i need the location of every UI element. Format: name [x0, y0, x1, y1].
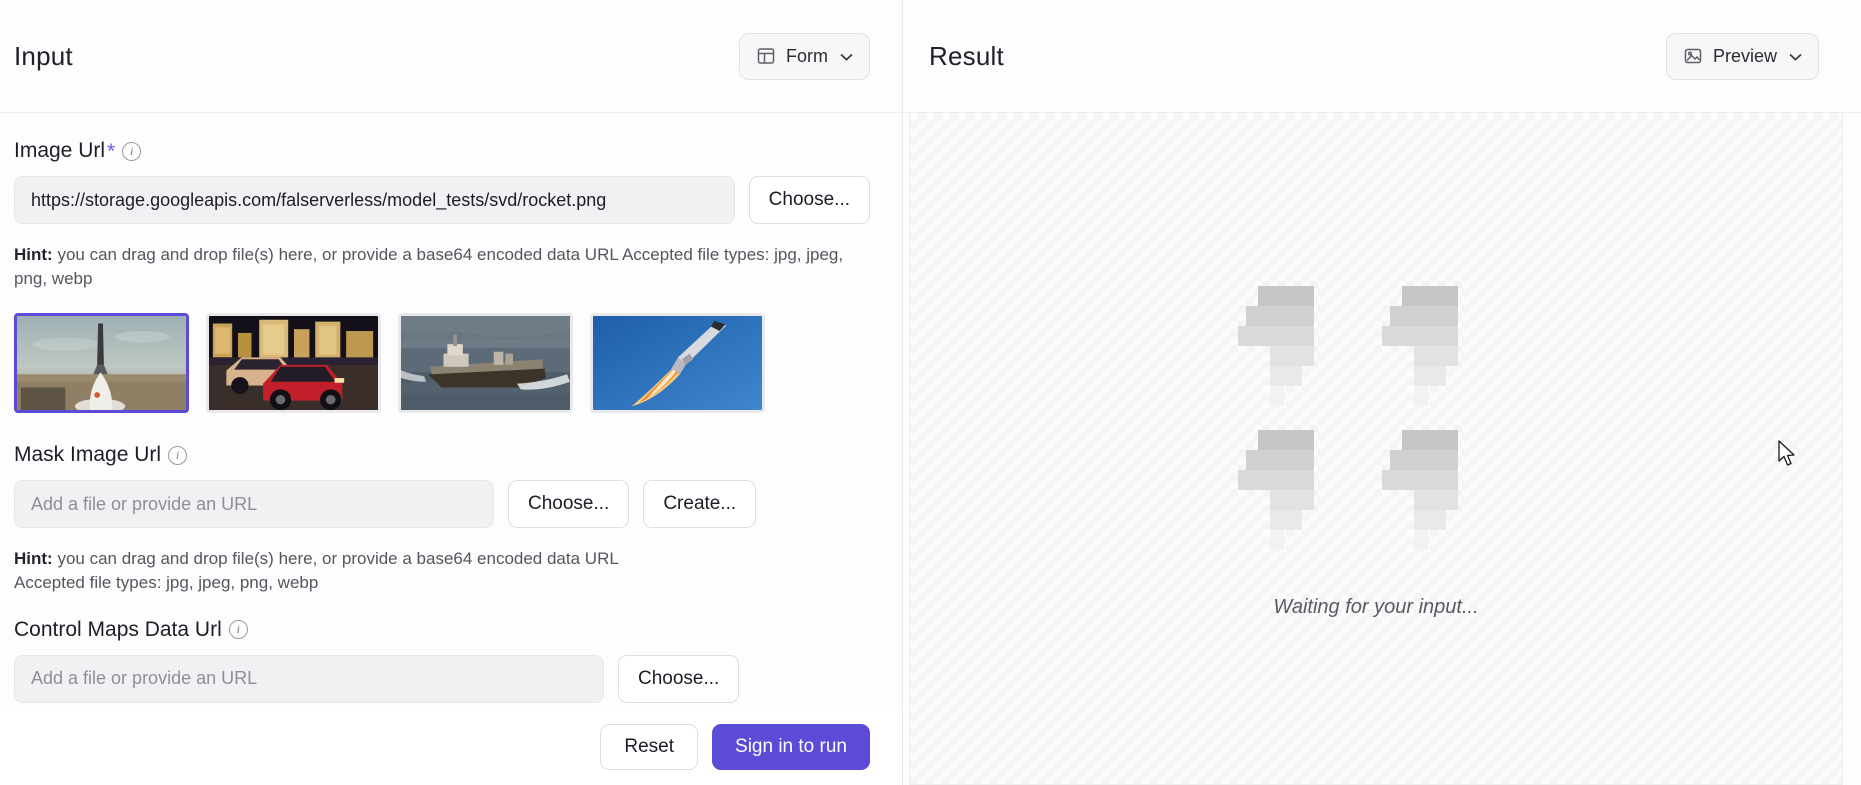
layout-panel-icon	[756, 46, 776, 66]
placeholder-glyph	[1238, 430, 1314, 550]
required-asterisk: *	[107, 139, 116, 163]
mask-image-url-label: Mask Image Url	[14, 443, 162, 467]
control-maps-choose-button[interactable]: Choose...	[618, 654, 740, 703]
control-maps-label-row: Control Maps Data Url i	[14, 618, 870, 642]
rocket-ascending-thumbnail[interactable]	[590, 313, 765, 414]
reset-button[interactable]: Reset	[600, 724, 699, 770]
image-url-choose-button[interactable]: Choose...	[748, 176, 870, 224]
mask-image-url-input[interactable]	[14, 480, 494, 529]
image-placeholder-icon	[1234, 278, 1518, 562]
field-image-url: Image Url* i Choose... Hint: you can dra…	[0, 139, 902, 414]
info-icon[interactable]: i	[168, 445, 188, 465]
control-maps-data-url-label: Control Maps Data Url	[14, 617, 222, 641]
sign-in-to-run-button[interactable]: Sign in to run	[712, 724, 870, 770]
hint-body: you can drag and drop file(s) here, or p…	[14, 245, 844, 289]
placeholder-glyph	[1238, 286, 1314, 406]
mask-image-url-hint: Hint: you can drag and drop file(s) here…	[14, 547, 844, 595]
form-view-label: Form	[786, 45, 828, 66]
preview-view-selector[interactable]: Preview	[1665, 32, 1819, 80]
control-maps-input-row: Choose...	[14, 654, 870, 703]
input-panel-header: Input Form	[0, 0, 902, 113]
image-thumbnail-list	[14, 313, 870, 414]
hint-prefix: Hint:	[14, 549, 53, 569]
input-form-scroll-area[interactable]: Image Url* i Choose... Hint: you can dra…	[0, 113, 902, 785]
result-panel: Result Preview Waiting for your input...	[903, 0, 1861, 785]
image-url-label: Image Url	[14, 139, 106, 162]
image-icon	[1683, 46, 1703, 66]
info-icon[interactable]: i	[228, 620, 248, 639]
image-url-input[interactable]	[14, 176, 735, 224]
mask-choose-button[interactable]: Choose...	[508, 480, 630, 529]
hint-body-line2: Accepted file types: jpg, jpeg, png, web…	[14, 573, 319, 593]
image-url-label-row: Image Url * i	[14, 139, 870, 163]
image-url-input-row: Choose...	[14, 176, 870, 224]
chevron-down-icon	[1789, 49, 1802, 64]
control-maps-data-url-input[interactable]	[14, 654, 604, 703]
info-icon[interactable]: i	[122, 141, 142, 161]
field-control-maps-data-url: Control Maps Data Url i Choose...	[0, 618, 902, 703]
hint-body: you can drag and drop file(s) here, or p…	[52, 549, 619, 569]
cargo-ship-thumbnail[interactable]	[398, 313, 573, 414]
result-title: Result	[929, 40, 1004, 71]
image-url-hint: Hint: you can drag and drop file(s) here…	[14, 243, 844, 291]
result-preview-area: Waiting for your input...	[909, 113, 1843, 785]
form-action-bar: Reset Sign in to run	[0, 709, 902, 785]
placeholder-glyph	[1382, 430, 1458, 550]
placeholder-glyph	[1382, 286, 1458, 406]
chevron-down-icon	[840, 49, 853, 64]
mask-create-button[interactable]: Create...	[643, 480, 757, 529]
red-cars-thumbnail[interactable]	[206, 313, 381, 414]
preview-view-label: Preview	[1712, 45, 1777, 66]
field-mask-image-url: Mask Image Url i Choose... Create... Hin…	[0, 443, 902, 595]
rocket-launch-thumbnail[interactable]	[14, 313, 189, 414]
mask-image-url-label-row: Mask Image Url i	[14, 443, 870, 467]
mask-image-url-input-row: Choose... Create...	[14, 480, 870, 529]
form-view-selector[interactable]: Form	[739, 32, 870, 80]
waiting-status-text: Waiting for your input...	[1273, 596, 1479, 618]
page-title: Input	[14, 40, 73, 71]
hint-prefix: Hint:	[14, 245, 53, 264]
input-panel: Input Form Image Url * i https://storage…	[0, 0, 903, 785]
result-panel-header: Result Preview	[903, 0, 1861, 113]
app-root: Input Form Image Url * i https://storage…	[0, 0, 1861, 785]
